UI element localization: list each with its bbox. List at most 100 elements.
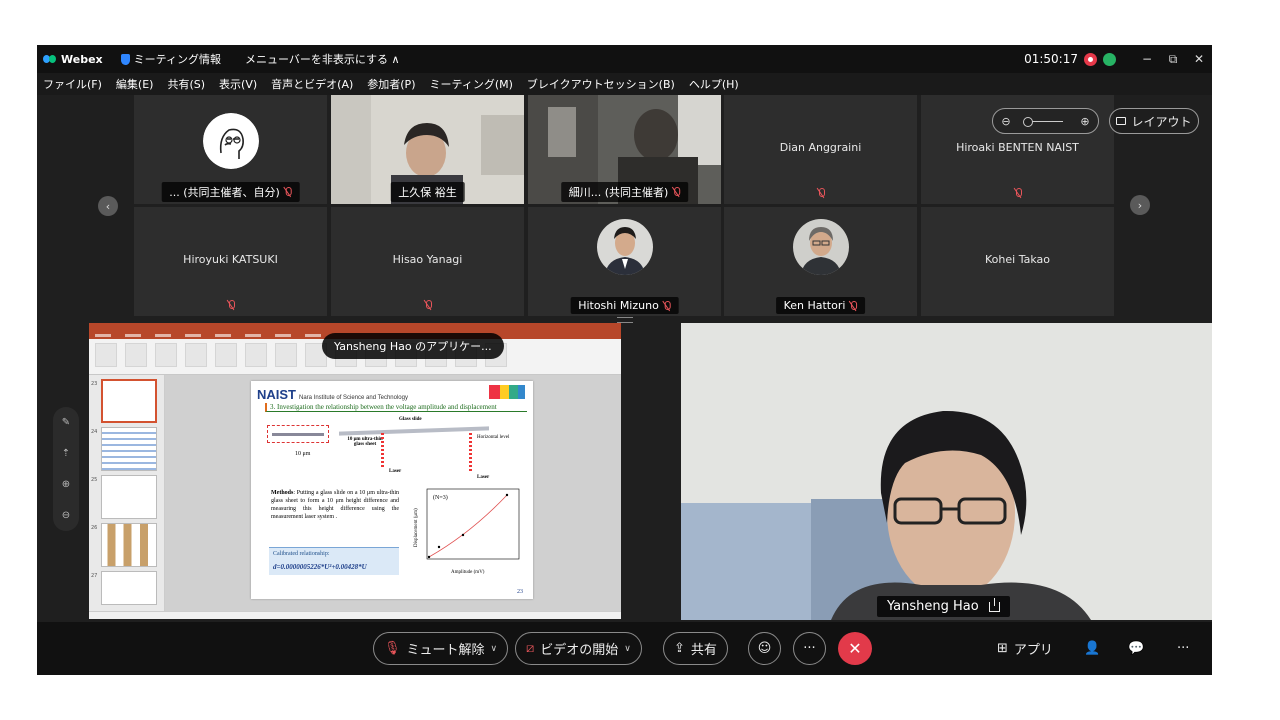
participants-panel-button[interactable]: 👤 — [1084, 632, 1100, 665]
participant-name-label: ... (共同主催者、自分) — [161, 182, 300, 202]
slide-thumbnail — [101, 523, 157, 567]
share-out-icon[interactable] — [988, 597, 1000, 612]
minimize-button[interactable]: − — [1134, 52, 1160, 66]
participant-name: Kohei Takao — [985, 253, 1050, 266]
slide-thumbnail — [101, 427, 157, 471]
close-window-button[interactable]: ✕ — [1186, 52, 1212, 66]
chevron-down-icon[interactable]: ∨ — [624, 644, 631, 654]
participant-name: Dian Anggraini — [779, 141, 862, 154]
scale-label: 10 μm — [295, 451, 311, 457]
mic-muted-icon — [849, 300, 858, 311]
participant-tile[interactable]: Kohei Takao — [921, 207, 1114, 316]
participant-tile[interactable]: Hitoshi Mizuno — [528, 207, 721, 316]
zoom-slider[interactable] — [1023, 116, 1064, 127]
laser-label: Laser — [389, 469, 402, 474]
share-button[interactable]: ⇪ 共有 — [663, 632, 728, 665]
annotate-icon[interactable]: ✎ — [62, 417, 70, 428]
chat-button[interactable]: 💬 — [1128, 632, 1144, 665]
grid-zoom-control[interactable]: ⊖ ⊕ — [992, 108, 1099, 134]
lab-logo — [489, 385, 525, 399]
network-health-icon[interactable] — [1103, 52, 1116, 66]
menu-file[interactable]: ファイル(F) — [43, 76, 102, 92]
layout-button[interactable]: レイアウト — [1109, 108, 1199, 134]
participant-tile-active-speaker[interactable]: 上久保 裕生 — [331, 95, 524, 204]
mic-muted-icon — [424, 300, 432, 310]
methods-label: Methods — [271, 490, 294, 496]
slide-page-number: 23 — [517, 589, 523, 595]
hide-menubar-button[interactable]: メニューバーを非表示にする ∧ — [245, 51, 400, 67]
glass-sheet-label: 10 μm ultra-thin glass sheet — [347, 437, 383, 447]
start-video-label: ビデオの開始 — [540, 643, 619, 658]
grid-prev-button[interactable]: ‹ — [98, 196, 118, 216]
zoom-in-icon[interactable]: ⊕ — [62, 479, 70, 490]
video-off-icon: ⧄ — [526, 641, 535, 656]
displacement-plot: (N=3) Amplitude (mV) Displacement (μm) — [414, 488, 520, 575]
menu-bar: ファイル(F) 編集(E) 共有(S) 表示(V) 音声とビデオ(A) 参加者(… — [37, 73, 1212, 95]
methods-text: Methods: Putting a glass slide on a 10 μ… — [271, 489, 399, 521]
sharer-tag[interactable]: Yansheng Hao のアプリケー... — [322, 333, 504, 359]
restore-button[interactable]: ⧉ — [1160, 52, 1186, 67]
institute-name: Nara Institute of Science and Technology — [299, 395, 408, 401]
sheet-closeup-box — [267, 425, 329, 443]
mic-muted-icon — [663, 300, 671, 311]
zoom-in-icon[interactable]: ⊕ — [1080, 115, 1089, 128]
calibration-box: Calibrated relationship: d=0.0000005226*… — [269, 547, 399, 575]
menu-share[interactable]: 共有(S) — [167, 76, 205, 92]
menu-breakout[interactable]: ブレイクアウトセッション(B) — [527, 76, 675, 92]
apps-button[interactable]: ⊞ アプリ — [997, 632, 1053, 665]
participant-name-label: 上久保 裕生 — [390, 182, 465, 202]
active-speaker-video[interactable]: Yansheng Hao — [681, 323, 1212, 620]
thumb-number: 23 — [91, 381, 98, 387]
end-call-button[interactable]: ✕ — [838, 632, 872, 665]
pointer-icon[interactable]: ⇡ — [62, 448, 70, 459]
stage-area: ✎ ⇡ ⊕ ⊖ 23 24 25 26 27 NAIST Nara Instit… — [37, 317, 1212, 622]
participant-name: Hiroyuki KATSUKI — [183, 253, 278, 266]
start-video-button[interactable]: ⧄ ビデオの開始 ∨ — [515, 632, 642, 665]
menu-meeting[interactable]: ミーティング(M) — [429, 76, 512, 92]
powerpoint-statusbar — [89, 611, 621, 619]
slide-header: NAIST Nara Institute of Science and Techn… — [257, 387, 408, 402]
mic-muted-icon — [1014, 188, 1022, 198]
mic-muted-icon — [817, 188, 825, 198]
meeting-info-button[interactable]: ミーティング情報 — [120, 51, 221, 67]
unmute-button[interactable]: 🎙 ミュート解除 ∨ — [373, 632, 509, 665]
shared-screen[interactable]: 23 24 25 26 27 NAIST Nara Institute of Sc… — [89, 323, 621, 619]
reactions-button[interactable]: ☺ — [748, 632, 781, 665]
share-icon: ⇪ — [674, 641, 685, 656]
shield-icon — [120, 53, 130, 65]
menu-audio-video[interactable]: 音声とビデオ(A) — [271, 76, 353, 92]
meeting-info-label: ミーティング情報 — [133, 53, 221, 66]
horizontal-level-label: Horizontal level — [477, 435, 510, 440]
participant-tile[interactable]: Hiroyuki KATSUKI — [134, 207, 327, 316]
participant-tile[interactable]: Hisao Yanagi — [331, 207, 524, 316]
zoom-out-icon[interactable]: ⊖ — [1001, 115, 1010, 128]
participant-name-label: Ken Hattori — [775, 297, 866, 314]
participant-name: 細川... (共同主催者) — [568, 186, 669, 199]
menu-participants[interactable]: 参加者(P) — [367, 76, 415, 92]
speaker-name: Yansheng Hao — [887, 599, 979, 614]
more-panels-button[interactable]: ··· — [1177, 632, 1189, 665]
participant-tile[interactable]: 細川... (共同主催者) — [528, 95, 721, 204]
participant-tile[interactable]: Ken Hattori — [724, 207, 917, 316]
speaker-name-label: Yansheng Hao — [877, 596, 1010, 617]
user-avatar-photo — [596, 219, 653, 275]
slide-thumbnail — [101, 475, 157, 519]
more-options-button[interactable]: ··· — [793, 632, 826, 665]
apps-icon: ⊞ — [997, 641, 1008, 656]
chevron-down-icon[interactable]: ∨ — [491, 644, 498, 654]
title-bar: Webex ミーティング情報 メニューバーを非表示にする ∧ 01:50:17 … — [37, 45, 1212, 73]
menu-help[interactable]: ヘルプ(H) — [689, 76, 739, 92]
menu-edit[interactable]: 編集(E) — [116, 76, 154, 92]
plot-x-label: Amplitude (mV) — [451, 570, 485, 575]
recording-icon[interactable] — [1084, 52, 1097, 66]
participant-tile[interactable]: ... (共同主催者、自分) — [134, 95, 327, 204]
grid-next-button[interactable]: › — [1130, 195, 1150, 215]
user-avatar-photo — [792, 219, 849, 275]
webex-window: Webex ミーティング情報 メニューバーを非表示にする ∧ 01:50:17 … — [37, 45, 1212, 675]
participant-name: Hisao Yanagi — [392, 253, 463, 266]
thumb-number: 27 — [91, 573, 98, 579]
menu-view[interactable]: 表示(V) — [219, 76, 257, 92]
chat-icon: 💬 — [1128, 641, 1145, 656]
participant-tile[interactable]: Dian Anggraini — [724, 95, 917, 204]
zoom-out-icon[interactable]: ⊖ — [62, 510, 70, 521]
